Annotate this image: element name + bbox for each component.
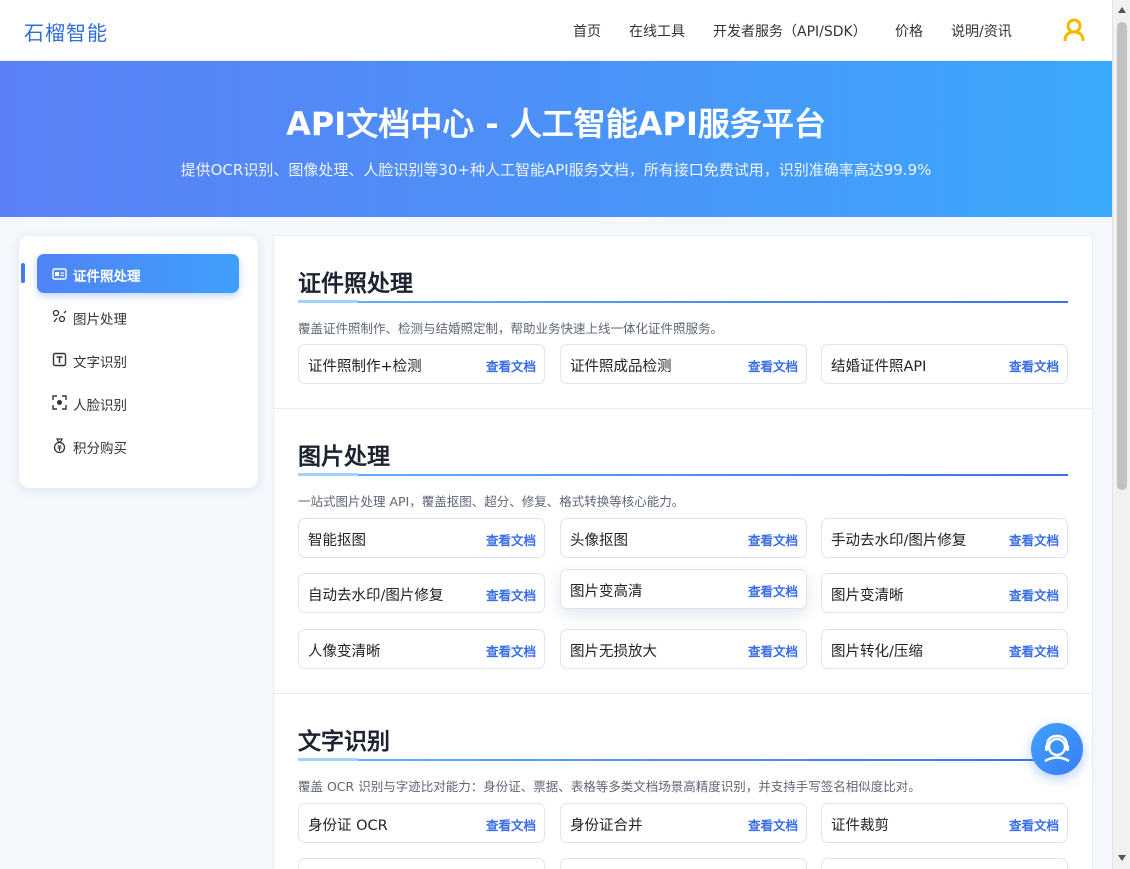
view-docs-link[interactable]: 查看文档 [486,641,536,660]
scroll-down-arrow-icon[interactable] [1118,855,1126,861]
section-title: 图片处理 [298,444,390,470]
active-marker [21,263,25,283]
page-title: API文档中心 - 人工智能API服务平台 [286,105,826,143]
view-docs-link[interactable]: 查看文档 [748,530,798,549]
api-card[interactable]: 证件照成品检测 查看文档 [560,344,807,384]
page-subtitle: 提供OCR识别、图像处理、人脸识别等30+种人工智能API服务文档，所有接口免费… [180,161,932,179]
view-docs-link[interactable]: 查看文档 [748,815,798,834]
sidebar-item-label: 证件照处理 [73,269,141,285]
customer-service-button[interactable] [1031,723,1083,775]
sidebar-item-image-process[interactable]: 图片处理 [37,297,239,336]
api-card[interactable]: 头像抠图 查看文档 [560,518,807,558]
api-card-partial[interactable] [298,858,545,869]
api-card[interactable]: 图片无损放大 查看文档 [560,629,807,669]
face-scan-icon [52,395,67,410]
api-card-name: 头像抠图 [570,533,628,549]
section-underline [298,758,1068,761]
image-process-icon [52,309,67,323]
section-divider [274,408,1092,409]
money-bag-icon [53,438,66,453]
sidebar-item-label: 人脸识别 [73,398,127,414]
api-card-name: 结婚证件照API [831,359,927,375]
api-card-partial[interactable] [821,858,1068,869]
api-card[interactable]: 人像变清晰 查看文档 [298,629,545,669]
top-nav-bar: 石榴智能 首页 在线工具 开发者服务（API/SDK） 价格 说明/资讯 [0,0,1112,61]
api-card[interactable]: 手动去水印/图片修复 查看文档 [821,518,1068,558]
api-card[interactable]: 证件裁剪 查看文档 [821,803,1068,843]
view-docs-link[interactable]: 查看文档 [1009,356,1059,375]
view-docs-link[interactable]: 查看文档 [486,356,536,375]
api-card-name: 智能抠图 [308,533,366,549]
api-card[interactable]: 身份证合并 查看文档 [560,803,807,843]
view-docs-link[interactable]: 查看文档 [486,530,536,549]
api-card[interactable]: 图片变清晰 查看文档 [821,573,1068,613]
user-icon[interactable] [1063,18,1085,42]
view-docs-link[interactable]: 查看文档 [486,585,536,604]
section-title: 文字识别 [298,729,390,755]
api-card-hovered[interactable]: 图片变高清 查看文档 [560,569,807,609]
scroll-up-arrow-icon[interactable] [1118,7,1126,13]
customer-service-icon [1044,734,1070,763]
api-card-name: 手动去水印/图片修复 [831,533,967,549]
sidebar-item-label: 文字识别 [73,355,127,371]
api-card-name: 证件照制作+检测 [308,359,422,375]
sidebar-item-id-photo[interactable]: 证件照处理 [37,254,239,293]
nav-online-tools[interactable]: 在线工具 [629,21,685,41]
section-divider [274,693,1092,694]
vertical-scrollbar[interactable] [1112,0,1130,869]
api-card-name: 图片无损放大 [570,644,657,660]
section-underline [298,473,1068,476]
view-docs-link[interactable]: 查看文档 [1009,815,1059,834]
view-docs-link[interactable]: 查看文档 [748,581,798,600]
scrollbar-thumb[interactable] [1117,22,1127,490]
api-card-name: 证件照成品检测 [570,359,672,375]
api-card-name: 人像变清晰 [308,644,381,660]
nav-developer-services[interactable]: 开发者服务（API/SDK） [713,21,867,41]
section-description: 覆盖 OCR 识别与字迹比对能力：身份证、票据、表格等多类文档场景高精度识别，并… [298,779,921,794]
section-title: 证件照处理 [298,271,413,297]
text-ocr-icon [52,352,67,367]
api-card-name: 图片转化/压缩 [831,644,923,660]
id-card-icon [52,268,67,280]
api-card[interactable]: 图片转化/压缩 查看文档 [821,629,1068,669]
sidebar-item-points[interactable]: 积分购买 [37,426,239,465]
view-docs-link[interactable]: 查看文档 [1009,641,1059,660]
api-card[interactable]: 证件照制作+检测 查看文档 [298,344,545,384]
view-docs-link[interactable]: 查看文档 [1009,530,1059,549]
api-card[interactable]: 自动去水印/图片修复 查看文档 [298,573,545,613]
api-card[interactable]: 智能抠图 查看文档 [298,518,545,558]
api-card[interactable]: 身份证 OCR 查看文档 [298,803,545,843]
view-docs-link[interactable]: 查看文档 [748,356,798,375]
hero-banner: API文档中心 - 人工智能API服务平台 提供OCR识别、图像处理、人脸识别等… [0,61,1112,217]
api-card-name: 身份证合并 [570,818,643,834]
api-card-name: 图片变清晰 [831,588,904,604]
api-card[interactable]: 结婚证件照API 查看文档 [821,344,1068,384]
api-card-name: 自动去水印/图片修复 [308,588,444,604]
section-description: 一站式图片处理 API，覆盖抠图、超分、修复、格式转换等核心能力。 [298,494,685,509]
api-card-name: 图片变高清 [570,584,643,600]
view-docs-link[interactable]: 查看文档 [1009,585,1059,604]
sidebar-item-face[interactable]: 人脸识别 [37,383,239,422]
nav-home[interactable]: 首页 [573,21,601,41]
nav-docs-news[interactable]: 说明/资讯 [951,21,1012,41]
section-description: 覆盖证件照制作、检测与结婚照定制，帮助业务快速上线一体化证件照服务。 [298,321,724,336]
sidebar-item-label: 图片处理 [73,312,127,328]
api-card-partial[interactable] [560,858,807,869]
nav-pricing[interactable]: 价格 [895,21,923,41]
sidebar-item-text-ocr[interactable]: 文字识别 [37,340,239,379]
api-card-name: 身份证 OCR [308,818,388,834]
brand-logo[interactable]: 石榴智能 [24,17,108,46]
view-docs-link[interactable]: 查看文档 [748,641,798,660]
view-docs-link[interactable]: 查看文档 [486,815,536,834]
api-card-name: 证件裁剪 [831,818,889,834]
sidebar-item-label: 积分购买 [73,441,127,457]
section-underline [298,300,1068,303]
